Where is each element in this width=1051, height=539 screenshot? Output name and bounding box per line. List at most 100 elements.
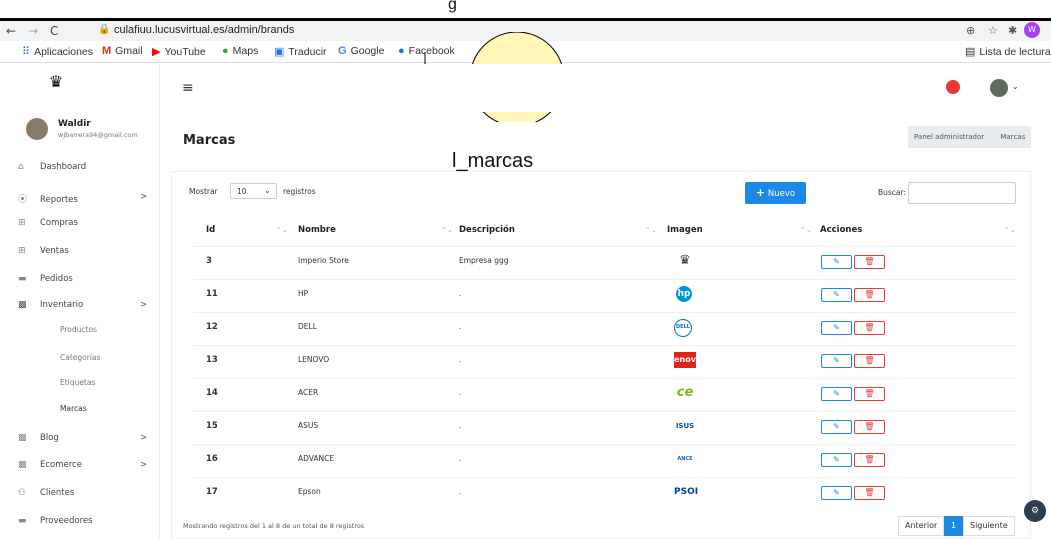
- title-annotation: g: [448, 0, 457, 13]
- sidebar-sub-marcas[interactable]: Marcas: [60, 404, 87, 413]
- pagination-next[interactable]: Siguiente: [963, 516, 1015, 536]
- bookmark-youtube[interactable]: ▶ YouTube: [152, 45, 206, 58]
- sidebar-item-blog[interactable]: ▩ Blog >: [18, 433, 147, 443]
- sort-icon[interactable]: ⌃⌄: [276, 226, 288, 234]
- delete-icon[interactable]: 🗑: [854, 453, 885, 467]
- cell-name: ASUS: [298, 421, 319, 430]
- edit-icon[interactable]: ✎: [821, 453, 852, 467]
- sidebar-item-ecomerce[interactable]: ▩ Ecomerce >: [18, 460, 147, 470]
- delete-icon[interactable]: 🗑: [854, 321, 885, 335]
- sidebar-item-proveedores[interactable]: ▬ Proveedores: [18, 516, 93, 526]
- delete-icon[interactable]: 🗑: [854, 387, 885, 401]
- edit-icon[interactable]: ✎: [821, 486, 852, 500]
- top-navbar: ≡ ⌄: [160, 64, 1051, 112]
- bookmark-maps[interactable]: ● Maps: [222, 45, 258, 57]
- plus-icon: +: [755, 186, 766, 199]
- notification-bell-icon[interactable]: [946, 80, 960, 94]
- edit-icon[interactable]: ✎: [821, 354, 852, 368]
- cell-description: .: [459, 454, 462, 463]
- pagination-prev[interactable]: Anterior: [898, 516, 945, 536]
- edit-icon[interactable]: ✎: [821, 321, 852, 335]
- cell-name: Imperio Store: [298, 256, 349, 265]
- chevron-down-icon[interactable]: ⌄: [1012, 82, 1019, 91]
- edit-icon[interactable]: ✎: [821, 288, 852, 302]
- page-size-select[interactable]: 10 ⌄: [230, 183, 277, 199]
- cell-description: .: [459, 289, 462, 298]
- delete-icon[interactable]: 🗑: [854, 486, 885, 500]
- breadcrumb-home[interactable]: Panel administrador: [914, 133, 984, 141]
- delete-icon[interactable]: 🗑: [854, 420, 885, 434]
- bookmark-apps[interactable]: ⠿ Aplicaciones: [22, 45, 93, 58]
- sidebar-sub-categorias[interactable]: Categorías: [60, 353, 100, 362]
- header-descripcion[interactable]: Descripción: [459, 225, 515, 235]
- sidebar-item-pedidos[interactable]: ▬ Pedidos: [18, 274, 73, 284]
- floating-chat-icon[interactable]: ⚙: [1024, 500, 1046, 522]
- cell-id: 12: [206, 322, 218, 332]
- delete-icon[interactable]: 🗑: [854, 255, 885, 269]
- breadcrumb: Panel administrador Marcas: [908, 126, 1032, 148]
- back-icon[interactable]: ←: [6, 24, 16, 38]
- sidebar-sub-etiquetas[interactable]: Etiquetas: [60, 378, 95, 387]
- sidebar-item-clientes[interactable]: ⚇ Clientes: [18, 488, 74, 498]
- bookmark-traducir[interactable]: ▣ Traducir: [274, 45, 327, 58]
- search-label: Buscar:: [878, 188, 907, 197]
- user-email: wjbarrera94@gmail.com: [58, 131, 138, 139]
- header-imagen[interactable]: Imagen: [667, 225, 703, 235]
- header-nombre[interactable]: Nombre: [298, 225, 336, 235]
- avatar: [26, 118, 48, 140]
- profile-avatar[interactable]: W: [1024, 22, 1040, 38]
- chevron-right-icon: >: [140, 300, 148, 310]
- hamburger-menu-icon[interactable]: ≡: [182, 80, 194, 96]
- sidebar-item-dashboard[interactable]: ⌂ Dashboard: [18, 162, 86, 172]
- extensions-icon[interactable]: ✱: [1008, 24, 1017, 37]
- reload-icon[interactable]: C: [50, 24, 58, 38]
- search-input[interactable]: [908, 182, 1016, 204]
- edit-icon[interactable]: ✎: [821, 387, 852, 401]
- star-icon[interactable]: ☆: [988, 24, 998, 37]
- cell-id: 11: [206, 289, 218, 299]
- chart-icon: ⦿: [18, 195, 28, 205]
- table-row: [194, 279, 1016, 312]
- bookmark-gmail[interactable]: M Gmail: [102, 45, 143, 57]
- bookmark-google[interactable]: G Google: [338, 45, 384, 57]
- forward-icon[interactable]: →: [28, 24, 38, 38]
- sort-icon[interactable]: ⌃⌄: [1004, 226, 1016, 234]
- zoom-icon[interactable]: ⊕: [966, 24, 975, 37]
- user-menu-avatar[interactable]: [990, 79, 1008, 97]
- cell-name: Epson: [298, 487, 321, 496]
- url-text: culafiuu.lucusvirtual.es/admin/brands: [114, 24, 295, 36]
- header-acciones[interactable]: Acciones: [820, 225, 862, 235]
- title-annotation-bar: g: [0, 0, 1051, 18]
- cell-description: .: [459, 388, 462, 397]
- sort-icon[interactable]: ⌃⌄: [645, 226, 657, 234]
- cell-name: HP: [298, 289, 309, 298]
- chevron-right-icon: >: [140, 460, 148, 470]
- header-id[interactable]: Id: [206, 225, 215, 235]
- truck-icon: ▬: [18, 516, 27, 526]
- sidebar-item-inventario[interactable]: ▩ Inventario >: [18, 300, 147, 310]
- cell-id: 17: [206, 487, 218, 497]
- sidebar-sub-productos[interactable]: Productos: [60, 325, 97, 334]
- chevron-down-icon: ⌄: [264, 186, 271, 195]
- crown-logo-icon: ♛: [48, 72, 64, 91]
- reading-list[interactable]: ▤ Lista de lectura: [965, 45, 1051, 58]
- edit-icon[interactable]: ✎: [821, 420, 852, 434]
- users-icon: ⚇: [18, 488, 27, 498]
- edit-icon[interactable]: ✎: [821, 255, 852, 269]
- delete-icon[interactable]: 🗑: [854, 354, 885, 368]
- sidebar-item-reportes[interactable]: ⦿ Reportes >: [18, 192, 147, 205]
- cell-name: DELL: [298, 322, 317, 331]
- sort-icon[interactable]: ⌃⌄: [800, 226, 812, 234]
- new-brand-button[interactable]: + Nuevo: [745, 182, 806, 204]
- row-actions: ✎ 🗑: [821, 453, 885, 467]
- sidebar-item-compras[interactable]: ⊞ Compras: [18, 218, 78, 228]
- pagination-page[interactable]: 1: [944, 516, 964, 536]
- cell-name: LENOVO: [298, 355, 330, 364]
- delete-icon[interactable]: 🗑: [854, 288, 885, 302]
- cart-icon: ⊞: [18, 246, 26, 256]
- sort-icon[interactable]: ⌃⌄: [441, 226, 453, 234]
- cell-description: .: [459, 355, 462, 364]
- sidebar-item-ventas[interactable]: ⊞ Ventas: [18, 246, 69, 256]
- boxes-icon: ▩: [18, 433, 27, 443]
- row-actions: ✎ 🗑: [821, 288, 885, 302]
